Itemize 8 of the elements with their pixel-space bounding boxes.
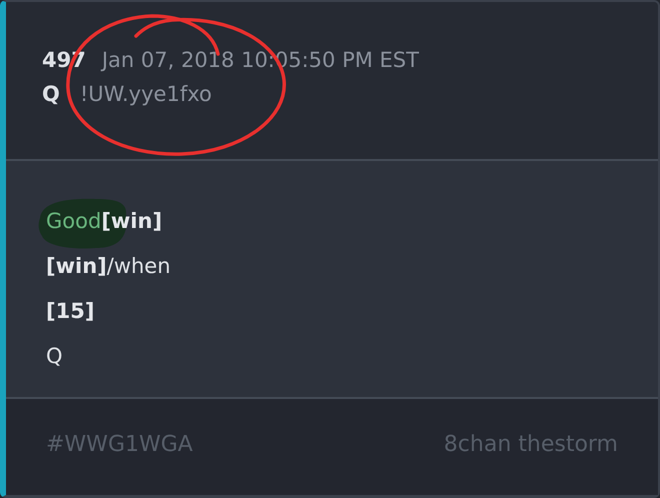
post-line: Good[win]	[46, 208, 162, 235]
post-line: [15]	[46, 298, 94, 325]
post-line: Q	[46, 343, 63, 370]
author-name: Q	[42, 82, 60, 106]
post-source: 8chan thestorm	[444, 432, 618, 456]
hashtag: #WWG1WGA	[46, 432, 193, 456]
tripcode: !UW.yye1fxo	[80, 82, 212, 106]
post-line: [win]/when	[46, 253, 171, 280]
